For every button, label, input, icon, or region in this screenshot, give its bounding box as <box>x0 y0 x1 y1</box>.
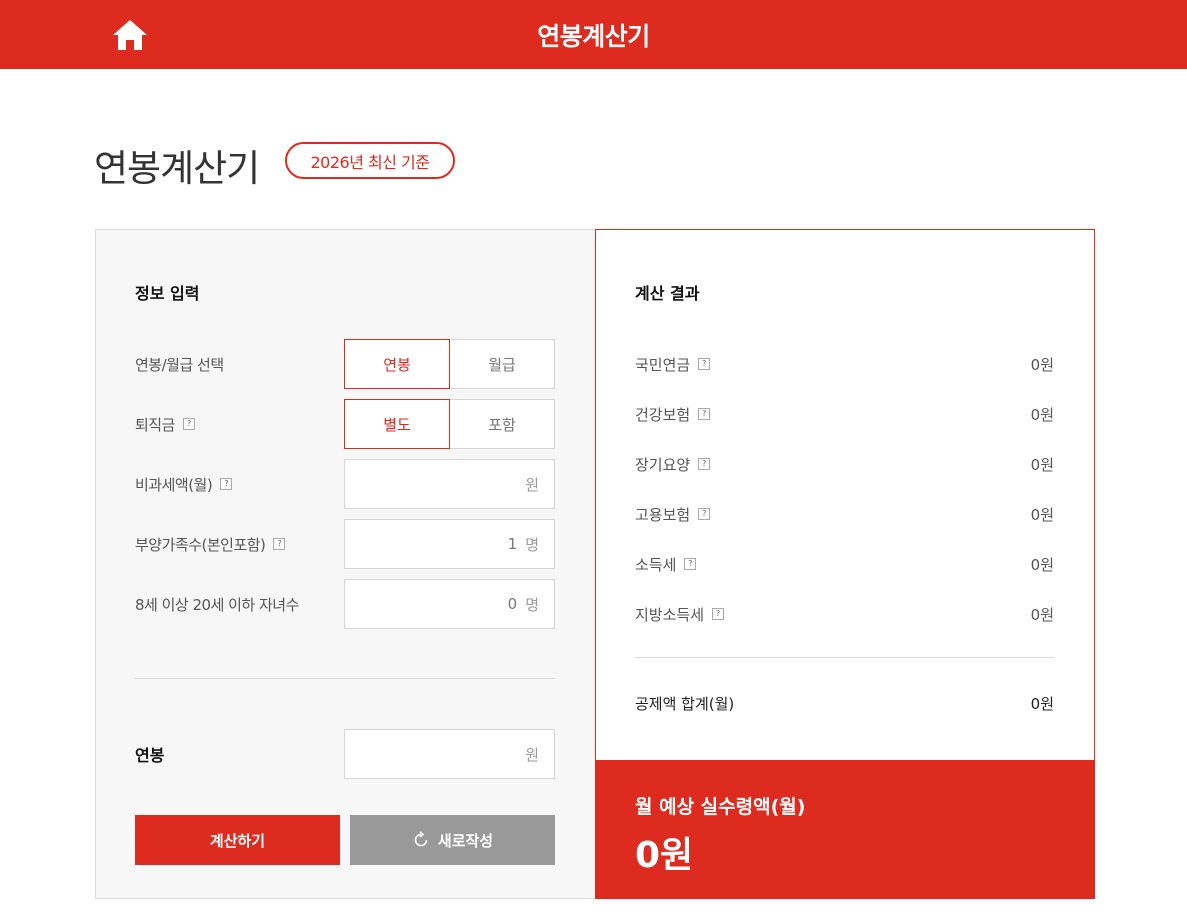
severance-help-icon[interactable]: ? <box>182 418 195 430</box>
net-pay-label: 월 예상 실수령액(월) <box>635 796 806 818</box>
result-row-employment: 고용보험? 0원 <box>635 489 1054 539</box>
salary-type-label: 연봉/월급 선택 <box>135 355 224 374</box>
local-tax-help-icon[interactable]: ? <box>712 608 725 620</box>
longterm-care-help-icon[interactable]: ? <box>698 458 711 470</box>
result-value: 0원 <box>1030 405 1054 424</box>
salary-type-toggle: 연봉 월급 <box>344 339 555 389</box>
result-value: 0원 <box>1030 355 1054 374</box>
input-divider <box>135 678 555 679</box>
result-row-health: 건강보험? 0원 <box>635 389 1054 439</box>
dependents-help-icon[interactable]: ? <box>273 538 286 550</box>
input-panel: 정보 입력 연봉/월급 선택 연봉 월급 퇴직금 ? 별도 포함 비과세액(월)… <box>95 229 596 899</box>
result-label: 소득세 <box>635 555 677 574</box>
input-section-title: 정보 입력 <box>135 284 200 303</box>
salary-type-monthly-option[interactable]: 월급 <box>450 339 555 389</box>
deduction-total-row: 공제액 합계(월) 0원 <box>635 678 1054 728</box>
deduction-total-value: 0원 <box>1030 694 1054 713</box>
result-label: 지방소득세 <box>635 605 705 624</box>
severance-toggle: 별도 포함 <box>344 399 555 449</box>
result-panel: 계산 결과 국민연금? 0원 건강보험? 0원 장기요양? 0원 고용보험? 0… <box>595 229 1095 899</box>
refresh-icon <box>414 831 428 847</box>
result-label: 국민연금 <box>635 355 691 374</box>
salary-input[interactable]: 원 <box>344 729 555 779</box>
result-value: 0원 <box>1030 505 1054 524</box>
dependents-unit: 명 <box>525 535 539 554</box>
top-bar: 연봉계산기 <box>0 0 1187 69</box>
deduction-total-label: 공제액 합계(월) <box>635 694 735 713</box>
page-title: 연봉계산기 <box>94 147 260 190</box>
nontaxable-help-icon[interactable]: ? <box>220 478 233 490</box>
result-value: 0원 <box>1030 455 1054 474</box>
dependents-value: 1 <box>507 535 518 553</box>
children-unit: 명 <box>525 595 539 614</box>
salary-unit: 원 <box>525 745 539 764</box>
severance-label: 퇴직금 ? <box>135 399 195 449</box>
severance-separate-option[interactable]: 별도 <box>344 399 450 449</box>
result-label: 고용보험 <box>635 505 691 524</box>
reset-button-label: 새로작성 <box>437 831 494 850</box>
result-row-local-tax: 지방소득세? 0원 <box>635 589 1054 639</box>
result-label: 건강보험 <box>635 405 691 424</box>
health-help-icon[interactable]: ? <box>698 408 711 420</box>
pension-help-icon[interactable]: ? <box>698 358 711 370</box>
result-row-pension: 국민연금? 0원 <box>635 339 1054 389</box>
salary-type-annual-option[interactable]: 연봉 <box>344 339 450 389</box>
result-value: 0원 <box>1030 605 1054 624</box>
net-pay-box: 월 예상 실수령액(월) 0원 <box>595 760 1095 899</box>
reset-button[interactable]: 새로작성 <box>350 815 555 865</box>
calculate-button[interactable]: 계산하기 <box>135 815 340 865</box>
employment-help-icon[interactable]: ? <box>698 508 711 520</box>
children-value: 0 <box>507 595 518 613</box>
result-row-longterm-care: 장기요양? 0원 <box>635 439 1054 489</box>
net-pay-value: 0원 <box>635 835 694 876</box>
version-badge: 2026년 최신 기준 <box>285 142 455 179</box>
income-tax-help-icon[interactable]: ? <box>684 558 697 570</box>
result-section-title: 계산 결과 <box>635 284 700 303</box>
dependents-input[interactable]: 1 명 <box>344 519 555 569</box>
nontaxable-label: 비과세액(월) ? <box>135 459 233 509</box>
dependents-label: 부양가족수(본인포함) ? <box>135 519 286 569</box>
result-label: 장기요양 <box>635 455 691 474</box>
salary-label: 연봉 <box>135 746 165 765</box>
nontaxable-unit: 원 <box>525 475 539 494</box>
nontaxable-input[interactable]: 원 <box>344 459 555 509</box>
children-label: 8세 이상 20세 이하 자녀수 <box>135 595 299 614</box>
children-input[interactable]: 0 명 <box>344 579 555 629</box>
result-value: 0원 <box>1030 555 1054 574</box>
result-row-income-tax: 소득세? 0원 <box>635 539 1054 589</box>
result-divider <box>635 657 1054 658</box>
header-title: 연봉계산기 <box>537 21 650 51</box>
severance-included-option[interactable]: 포함 <box>450 399 555 449</box>
